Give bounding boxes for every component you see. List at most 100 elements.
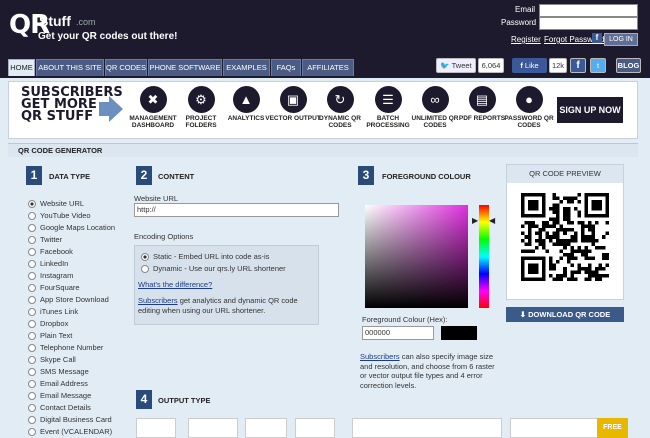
radio-icon[interactable] <box>28 392 36 401</box>
facebook-icon[interactable]: f <box>570 58 586 73</box>
tab-phone-software[interactable]: PHONE SOFTWARE <box>148 59 222 76</box>
data-type-item[interactable]: Email Message <box>28 390 91 402</box>
download-icon: ⬇ <box>519 310 529 319</box>
data-type-item[interactable]: App Store Download <box>28 294 109 306</box>
tab-qr-codes[interactable]: QR CODES <box>105 59 147 76</box>
radio-icon[interactable] <box>141 253 149 262</box>
tweet-button[interactable]: 🐦 Tweet <box>436 58 476 73</box>
password-field[interactable] <box>539 17 638 30</box>
data-type-item[interactable]: Email Address <box>28 378 88 390</box>
chart-icon: ▲ <box>232 86 260 113</box>
data-type-item[interactable]: SMS Message <box>28 366 89 378</box>
color-picker-field[interactable] <box>365 205 468 308</box>
radio-icon[interactable] <box>28 416 36 425</box>
radio-icon[interactable] <box>28 296 36 305</box>
password-label: Password <box>501 18 537 27</box>
free-badge: FREE <box>597 418 628 438</box>
foreground-note: Subscribers can also specify image size … <box>360 352 495 390</box>
output-thumb[interactable] <box>510 418 598 438</box>
data-type-item[interactable]: Instagram <box>28 270 73 282</box>
facebook-login-icon[interactable]: f <box>592 33 602 43</box>
banner-headline: SUBSCRIBERS GET MORE QR STUFF <box>21 85 123 124</box>
data-type-item[interactable]: iTunes Link <box>28 306 78 318</box>
radio-icon[interactable] <box>28 368 36 377</box>
hue-left-arrow-icon: ▶ <box>472 216 479 225</box>
data-type-item[interactable]: LinkedIn <box>28 258 68 270</box>
output-thumb[interactable] <box>188 418 238 438</box>
tweet-label: Tweet <box>451 61 472 70</box>
difference-link[interactable]: What's the difference? <box>138 280 212 289</box>
logo-stuff[interactable]: Stuff <box>39 13 71 29</box>
login-button[interactable]: LOG IN <box>604 33 638 46</box>
radio-icon[interactable] <box>28 212 36 221</box>
tab-faqs[interactable]: FAQs <box>271 59 301 76</box>
feature-password: ● PASSWORD QR CODES <box>501 86 557 129</box>
output-thumb[interactable] <box>245 418 287 438</box>
eps-icon: ▣ <box>279 86 307 113</box>
radio-icon[interactable] <box>28 332 36 341</box>
sign-up-button[interactable]: SIGN UP NOW <box>557 97 623 123</box>
subscribers-link-2[interactable]: Subscribers <box>360 352 400 361</box>
radio-icon[interactable] <box>28 224 36 233</box>
radio-icon[interactable] <box>28 260 36 269</box>
register-link[interactable]: Register <box>511 35 541 44</box>
refresh-icon: ↻ <box>326 86 354 113</box>
output-thumb[interactable] <box>295 418 335 438</box>
data-type-item[interactable]: YouTube Video <box>28 210 91 222</box>
color-swatch <box>441 326 477 340</box>
output-thumb[interactable] <box>352 418 502 438</box>
radio-icon[interactable] <box>28 404 36 413</box>
blog-button[interactable]: BLOG <box>616 58 641 73</box>
tab-affiliates[interactable]: AFFILIATES <box>302 59 354 76</box>
data-type-title: DATA TYPE <box>49 172 91 181</box>
site-header: QR Stuff .com Get your QR codes out ther… <box>0 0 650 60</box>
radio-icon[interactable] <box>28 236 36 245</box>
data-type-item[interactable]: Website URL <box>28 198 84 210</box>
output-type-title: OUTPUT TYPE <box>158 396 211 405</box>
data-type-item[interactable]: Event (VCALENDAR) <box>28 426 112 438</box>
radio-icon[interactable] <box>28 344 36 353</box>
radio-icon[interactable] <box>141 265 149 274</box>
hex-label: Foreground Colour (Hex): <box>362 315 448 324</box>
email-field[interactable] <box>539 4 638 17</box>
radio-icon[interactable] <box>28 356 36 365</box>
data-type-item[interactable]: Telephone Number <box>28 342 103 354</box>
generator-title: QR CODE GENERATOR <box>8 143 638 157</box>
arrow-right-icon <box>109 96 123 122</box>
hue-slider[interactable] <box>479 205 489 308</box>
radio-icon[interactable] <box>28 320 36 329</box>
radio-icon[interactable] <box>28 272 36 281</box>
output-thumb[interactable] <box>136 418 176 438</box>
data-type-item[interactable]: Contact Details <box>28 402 91 414</box>
data-type-item[interactable]: Twitter <box>28 234 62 246</box>
radio-icon[interactable] <box>28 308 36 317</box>
data-type-item[interactable]: Google Maps Location <box>28 222 115 234</box>
dynamic-option[interactable]: Dynamic - Use our qrs.ly URL shortener <box>141 263 286 275</box>
radio-icon[interactable] <box>28 200 36 209</box>
tab-about[interactable]: ABOUT THIS SITE <box>36 59 104 76</box>
twitter-icon[interactable]: t <box>590 58 606 73</box>
website-url-input[interactable]: http:// <box>134 203 339 217</box>
tab-examples[interactable]: EXAMPLES <box>223 59 270 76</box>
encoding-title: Encoding Options <box>134 232 194 241</box>
data-type-item[interactable]: Digital Business Card <box>28 414 112 426</box>
tab-home[interactable]: HOME <box>8 59 35 76</box>
data-type-item[interactable]: Facebook <box>28 246 73 258</box>
subscribers-link[interactable]: Subscribers <box>138 296 178 305</box>
static-option[interactable]: Static - Embed URL into code as-is <box>141 251 269 263</box>
radio-icon[interactable] <box>28 380 36 389</box>
tools-icon: ✖ <box>139 86 167 113</box>
data-type-item[interactable]: Dropbox <box>28 318 68 330</box>
logo-com: .com <box>76 17 96 27</box>
radio-icon[interactable] <box>28 428 36 437</box>
radio-icon[interactable] <box>28 284 36 293</box>
data-type-item[interactable]: Skype Call <box>28 354 76 366</box>
subscriber-banner[interactable]: SUBSCRIBERS GET MORE QR STUFF ✖ MANAGEMEN… <box>8 81 638 139</box>
data-type-item[interactable]: Plain Text <box>28 330 72 342</box>
facebook-like-button[interactable]: f Like <box>512 58 547 73</box>
radio-icon[interactable] <box>28 248 36 257</box>
download-qr-button[interactable]: ⬇ DOWNLOAD QR CODE <box>506 307 624 322</box>
data-type-item[interactable]: FourSquare <box>28 282 80 294</box>
encoding-options-box: Static - Embed URL into code as-is Dynam… <box>134 245 319 325</box>
hex-input[interactable]: 000000 <box>362 326 434 340</box>
